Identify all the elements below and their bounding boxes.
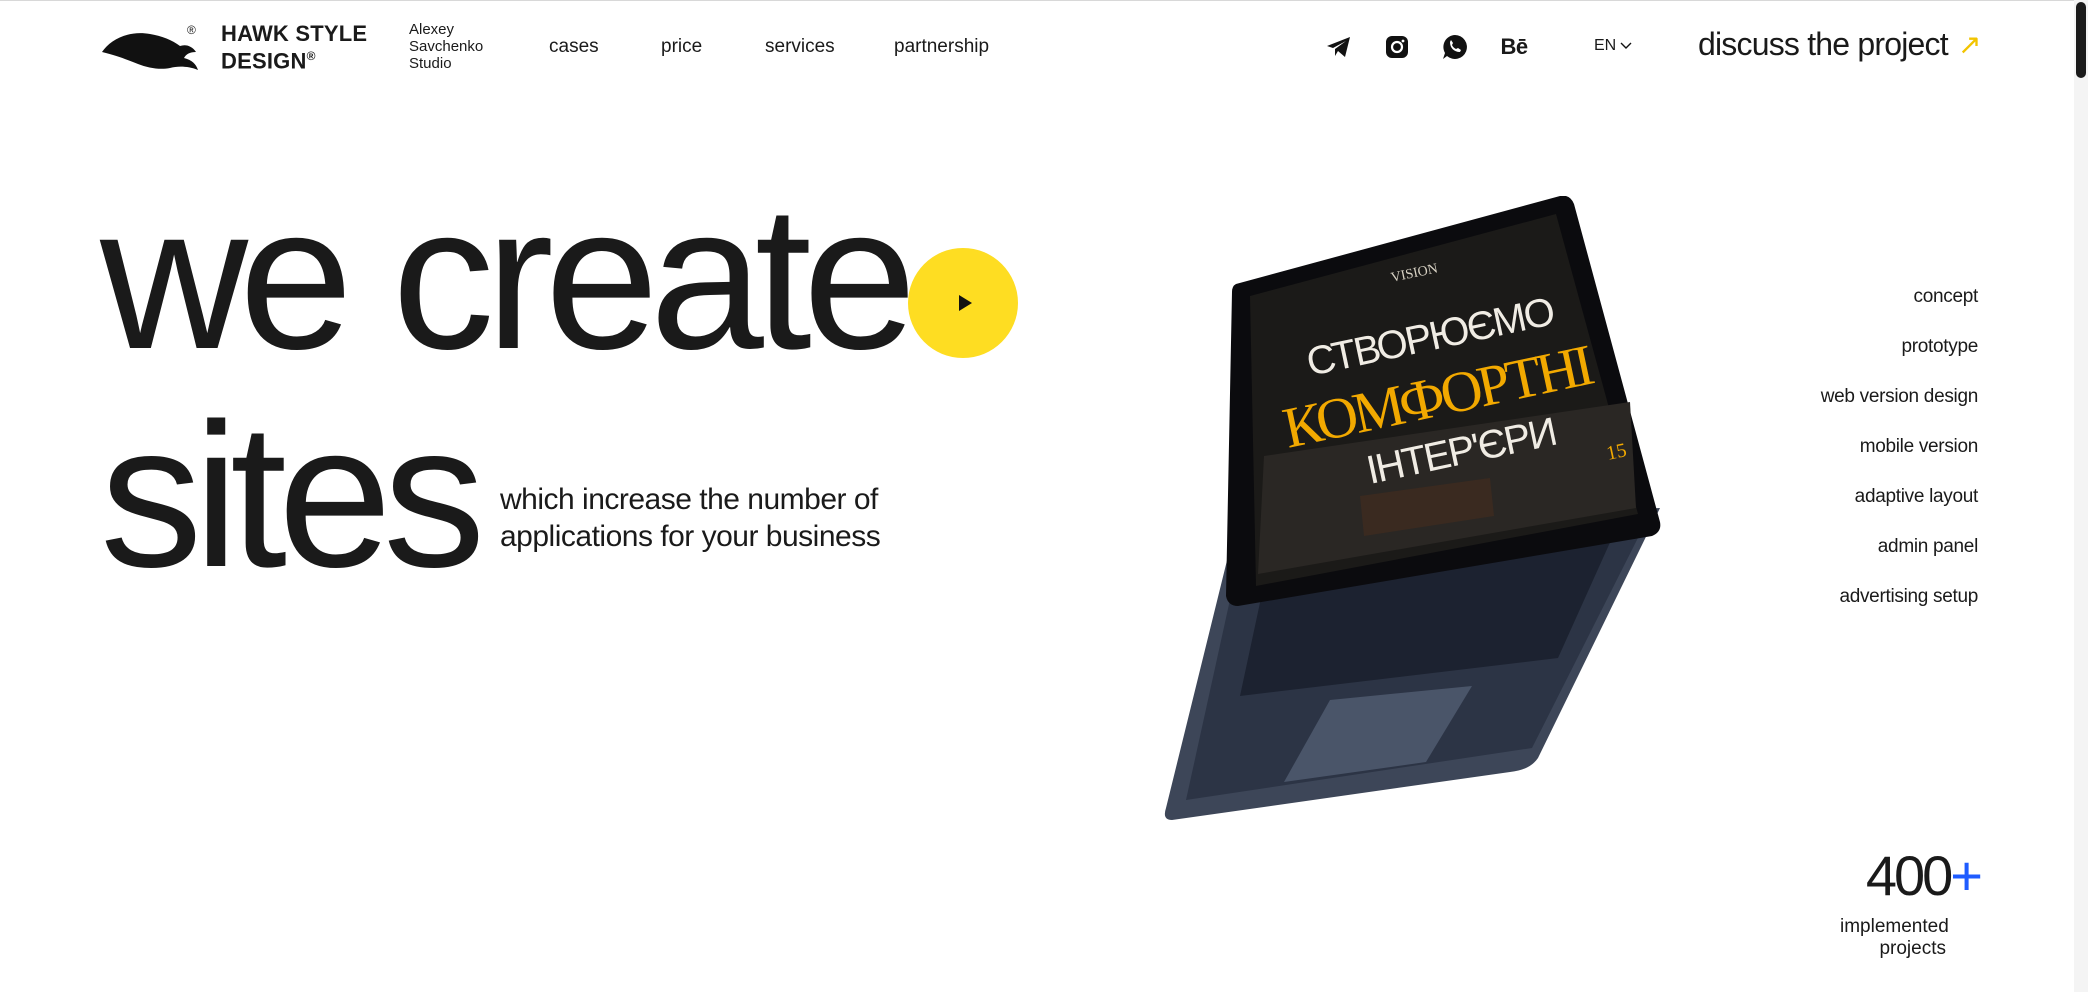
play-video-button[interactable]: [908, 248, 1018, 358]
chevron-down-icon: [1620, 42, 1632, 49]
whatsapp-icon[interactable]: [1441, 33, 1469, 61]
studio-line-3: Studio: [409, 55, 452, 72]
telegram-icon[interactable]: [1325, 33, 1353, 61]
scrollbar[interactable]: [2074, 0, 2088, 992]
nav-services[interactable]: services: [765, 36, 835, 58]
service-item[interactable]: prototype: [1821, 334, 1978, 384]
projects-stat: 400+: [1865, 844, 1983, 907]
laptop-mockup: VISION СТВОРЮЄМО КОМФОРТНІ ІНТЕР'ЄРИ 15: [1164, 196, 1661, 820]
behance-icon[interactable]: Bē: [1500, 33, 1528, 61]
top-border: [0, 0, 2088, 1]
service-item[interactable]: advertising setup: [1821, 584, 1978, 634]
studio-line-2: Savchenko: [409, 38, 484, 55]
projects-count: 400+: [1865, 844, 1983, 907]
hero-subtitle-line-2: applications for your business: [500, 520, 881, 553]
hero-title-line-1: we create: [100, 163, 917, 392]
stat-label-line-2: projects: [1879, 938, 1946, 959]
nav-partnership[interactable]: partnership: [894, 36, 989, 58]
service-item[interactable]: concept: [1821, 284, 1979, 334]
service-item[interactable]: admin panel: [1821, 534, 1979, 584]
discuss-project-button[interactable]: discuss the project ↗: [1698, 26, 1981, 63]
service-item[interactable]: adaptive layout: [1821, 484, 1979, 534]
service-item[interactable]: mobile version: [1821, 434, 1979, 484]
scrollbar-thumb[interactable]: [2076, 2, 2086, 78]
logo-registered-mark: ®: [187, 23, 196, 37]
hawk-logo-icon[interactable]: [100, 22, 200, 72]
stat-label-line-1: implemented: [1840, 916, 1949, 937]
play-icon: [958, 295, 972, 311]
nav-price[interactable]: price: [661, 36, 702, 58]
hero-subtitle: which increase the number of application…: [500, 481, 940, 555]
service-item[interactable]: web version design: [1821, 384, 1979, 434]
brand-name[interactable]: HAWK STYLE DESIGN®: [221, 22, 367, 72]
studio-line-1: Alexey: [409, 21, 455, 38]
services-list: concept prototype web version design mob…: [1821, 284, 1979, 634]
studio-name: Alexey Savchenko Studio: [409, 21, 483, 72]
discuss-project-label: discuss the project: [1698, 26, 1949, 62]
language-label: EN: [1594, 37, 1617, 54]
projects-stat-label: implemented projects: [1840, 916, 1949, 960]
brand-line-1: HAWK STYLE: [221, 21, 368, 46]
brand-line-2: DESIGN®: [221, 48, 316, 74]
language-selector[interactable]: EN: [1594, 37, 1632, 55]
instagram-icon[interactable]: [1383, 33, 1411, 61]
nav-cases[interactable]: cases: [549, 36, 599, 58]
hero-title-line-2: sites: [100, 381, 486, 610]
hero-subtitle-line-1: which increase the number of: [500, 483, 878, 516]
arrow-up-right-icon: ↗: [1957, 29, 1981, 60]
